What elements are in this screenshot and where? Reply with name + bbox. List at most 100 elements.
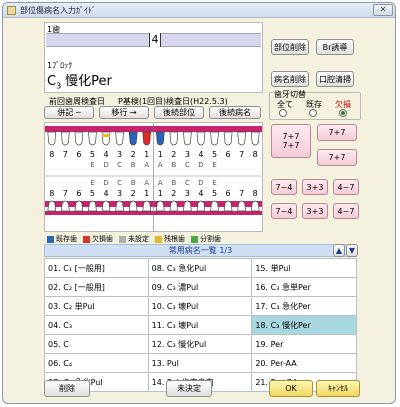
ok-button[interactable]: OK	[269, 380, 313, 397]
upper-tooth[interactable]	[101, 131, 111, 146]
legend-item: 既存歯	[47, 235, 77, 243]
lower-deciduous-letter: E	[90, 179, 94, 187]
radio-existing[interactable]	[309, 109, 317, 117]
upper-deciduous-letter: D	[103, 161, 108, 169]
upper-tooth[interactable]	[115, 131, 124, 146]
upper-tooth[interactable]	[142, 131, 152, 146]
lower-tooth[interactable]	[237, 200, 247, 212]
lower-tooth[interactable]	[196, 200, 206, 212]
lower-tooth[interactable]	[155, 200, 165, 212]
upper-tooth[interactable]	[169, 131, 179, 146]
upper-tooth-number: 3	[117, 150, 122, 159]
lower-tooth-number: 1	[158, 189, 163, 198]
scroll-up-button[interactable]: ▲	[333, 244, 345, 257]
lower-front-range-button[interactable]: 3+3	[302, 203, 328, 219]
scroll-down-button[interactable]: ▼	[346, 244, 358, 257]
upper-arch-button[interactable]: 7+7	[317, 124, 357, 141]
disease-name-cell[interactable]: 02. C₂ [一般用]	[44, 277, 149, 297]
cancel-button[interactable]: ｷｬﾝｾﾙ	[316, 380, 360, 397]
lower-tooth[interactable]	[60, 200, 70, 212]
disease-name-cell[interactable]: 18. C₃ 慢化Per	[251, 315, 357, 335]
close-button[interactable]: ✕	[373, 4, 393, 16]
upper-tooth-number: 3	[185, 150, 190, 159]
upper-right-range-button[interactable]: 7~4	[271, 179, 297, 195]
upper-tooth[interactable]	[47, 131, 57, 146]
undecided-button[interactable]: 未決定	[166, 380, 212, 397]
legend-swatch	[155, 235, 162, 243]
upper-tooth[interactable]	[237, 131, 247, 146]
lower-left-range-button[interactable]: 4~7	[333, 203, 359, 219]
lower-tooth[interactable]	[128, 200, 138, 212]
radio-missing[interactable]	[339, 109, 347, 117]
lower-tooth[interactable]	[47, 200, 57, 212]
disease-name-cell[interactable]: 10. C₃ 壊Pul	[147, 296, 253, 316]
disease-name-cell[interactable]: 08. C₃ 急化Pul	[147, 258, 253, 278]
upper-tooth-number: 4	[198, 150, 203, 159]
combine-button[interactable]: 併記 ─	[44, 106, 94, 119]
disease-name-cell[interactable]: 16. C₃ 急単Per	[251, 277, 357, 297]
clear-name-button[interactable]: 病名削除	[271, 71, 309, 87]
upper-tooth[interactable]	[128, 131, 138, 146]
lower-arch-button[interactable]: 7+7	[317, 149, 357, 166]
upper-deciduous-letter: A	[144, 161, 149, 169]
lower-deciduous-letter: D	[198, 179, 203, 187]
lower-tooth[interactable]	[142, 200, 152, 212]
upper-tooth[interactable]	[74, 131, 84, 146]
lower-tooth[interactable]	[169, 200, 179, 212]
next-name-button[interactable]: 後続病名	[209, 106, 261, 119]
lower-tooth[interactable]	[88, 200, 97, 212]
legend-label: 分割歯	[200, 235, 221, 243]
tooth-number-cell[interactable]: 4	[149, 33, 161, 47]
disease-name-cell[interactable]: 15. 単Pul	[251, 258, 357, 278]
lower-tooth[interactable]	[101, 200, 111, 212]
lower-tooth-number: 8	[49, 189, 54, 198]
lower-tooth[interactable]	[74, 200, 84, 212]
app-icon	[7, 6, 16, 15]
disease-name-cell[interactable]: 06. C₄	[44, 353, 149, 373]
lower-deciduous-letter: A	[158, 179, 163, 187]
lower-right-range-button[interactable]: 7~4	[271, 203, 297, 219]
upper-tooth[interactable]	[223, 131, 233, 146]
upper-left-range-button[interactable]: 4~7	[333, 179, 359, 195]
move-button[interactable]: 移行 →	[99, 106, 149, 119]
upper-tooth[interactable]	[183, 131, 192, 146]
upper-tooth[interactable]	[210, 131, 219, 146]
upper-tooth[interactable]	[88, 131, 97, 146]
lower-tooth[interactable]	[183, 200, 192, 212]
disease-subscript: 3	[56, 81, 62, 91]
upper-tooth-number: 6	[76, 150, 81, 159]
oral-cleaning-button[interactable]: 口腔清掃	[316, 71, 354, 87]
disease-name-cell[interactable]: 11. C₃ 壊Pul	[147, 315, 253, 335]
lower-tooth[interactable]	[250, 200, 260, 212]
br-guide-button[interactable]: Br誘導	[316, 39, 354, 55]
upper-tooth[interactable]	[196, 131, 206, 146]
delete-button[interactable]: 削除	[44, 380, 90, 397]
radio-all[interactable]	[279, 109, 287, 117]
lower-tooth[interactable]	[115, 200, 124, 212]
disease-name-cell[interactable]: 01. C₁ [一般用]	[44, 258, 149, 278]
upper-tooth-number: 1	[144, 150, 149, 159]
disease-name-cell[interactable]: 20. Per-AA	[251, 353, 357, 373]
both-arches-button[interactable]: 7+7 7+7	[271, 124, 311, 158]
disease-name-cell[interactable]: 19. Per	[251, 334, 357, 354]
upper-tooth-number: 8	[253, 150, 258, 159]
disease-name-cell[interactable]: 03. C₂ 単Pul	[44, 296, 149, 316]
legend-label: 残根歯	[164, 235, 185, 243]
upper-tooth[interactable]	[155, 131, 165, 146]
lower-tooth[interactable]	[223, 200, 233, 212]
upper-front-range-button[interactable]: 3+3	[302, 179, 328, 195]
disease-name-cell[interactable]: 17. C₃ 急化Per	[251, 296, 357, 316]
disease-name-cell[interactable]: 13. Pul	[147, 353, 253, 373]
lower-tooth-number: 3	[117, 189, 122, 198]
disease-name-cell[interactable]: 05. C	[44, 334, 149, 354]
clear-site-button[interactable]: 部位削除	[271, 39, 309, 55]
disease-name-cell[interactable]: 09. C₃ 濃Pul	[147, 277, 253, 297]
dental-chart-svg[interactable]: 8 7 6 5 4 3 2 1 1 2 3 4 5 6 7 8E D C B A A B C D EE D C B A A B C D E8 7 6 5…	[45, 123, 262, 231]
disease-name-cell[interactable]: 12. C₃ 慢化Pul	[147, 334, 253, 354]
upper-tooth[interactable]	[60, 131, 70, 146]
next-site-button[interactable]: 後続部位	[154, 106, 204, 119]
dialog-window: 部位傷病名入力ｶﾞｲﾄﾞ ✕ 1歯 4 1ﾌﾞﾛｯｸ C3 慢化Per 部位削除 …	[2, 2, 396, 404]
lower-tooth[interactable]	[210, 200, 219, 212]
upper-tooth[interactable]	[250, 131, 260, 146]
disease-name-cell[interactable]: 04. C₃	[44, 315, 149, 335]
